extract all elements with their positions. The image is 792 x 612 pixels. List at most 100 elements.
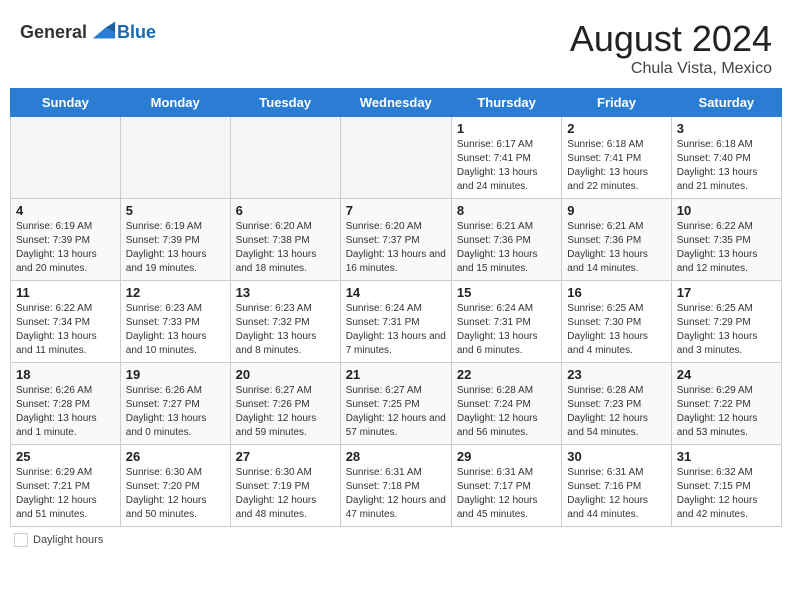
calendar-cell: 31 Sunrise: 6:32 AMSunset: 7:15 PMDayligh… — [671, 445, 781, 527]
day-info: Sunrise: 6:26 AMSunset: 7:27 PMDaylight:… — [126, 384, 225, 440]
day-number: 14 — [346, 285, 446, 300]
day-info: Sunrise: 6:23 AMSunset: 7:33 PMDaylight:… — [126, 302, 225, 358]
calendar-cell: 23 Sunrise: 6:28 AMSunset: 7:23 PMDayligh… — [562, 363, 671, 445]
day-number: 25 — [16, 449, 115, 464]
title-block: August 2024 Chula Vista, Mexico — [570, 18, 772, 78]
calendar-cell — [120, 117, 230, 199]
day-number: 12 — [126, 285, 225, 300]
day-info: Sunrise: 6:23 AMSunset: 7:32 PMDaylight:… — [236, 302, 335, 358]
calendar-week-row: 25 Sunrise: 6:29 AMSunset: 7:21 PMDayligh… — [11, 445, 782, 527]
calendar-cell: 1 Sunrise: 6:17 AMSunset: 7:41 PMDaylight… — [451, 117, 561, 199]
weekday-header-wednesday: Wednesday — [340, 89, 451, 117]
calendar-cell: 21Sunrise: 6:27 AMSunset: 7:25 PMDayligh… — [340, 363, 451, 445]
calendar-table: SundayMondayTuesdayWednesdayThursdayFrid… — [10, 88, 782, 527]
calendar-cell: 3Sunrise: 6:18 AMSunset: 7:40 PMDaylight… — [671, 117, 781, 199]
calendar-cell: 19 Sunrise: 6:26 AMSunset: 7:27 PMDayligh… — [120, 363, 230, 445]
day-info: Sunrise: 6:18 AMSunset: 7:41 PMDaylight:… — [567, 138, 665, 194]
day-info: Sunrise: 6:24 AMSunset: 7:31 PMDaylight:… — [457, 302, 556, 358]
calendar-cell: 30Sunrise: 6:31 AMSunset: 7:16 PMDayligh… — [562, 445, 671, 527]
day-info: Sunrise: 6:22 AMSunset: 7:35 PMDaylight:… — [677, 220, 776, 276]
calendar-cell — [11, 117, 121, 199]
calendar-cell — [340, 117, 451, 199]
day-info: Sunrise: 6:29 AMSunset: 7:22 PMDaylight:… — [677, 384, 776, 440]
day-info: Sunrise: 6:31 AMSunset: 7:18 PMDaylight:… — [346, 466, 446, 522]
daylight-box — [14, 533, 28, 547]
weekday-header-saturday: Saturday — [671, 89, 781, 117]
weekday-header-thursday: Thursday — [451, 89, 561, 117]
logo-icon — [89, 18, 117, 46]
day-number: 6 — [236, 203, 335, 218]
calendar-cell: 29Sunrise: 6:31 AMSunset: 7:17 PMDayligh… — [451, 445, 561, 527]
day-info: Sunrise: 6:21 AMSunset: 7:36 PMDaylight:… — [567, 220, 665, 276]
day-number: 15 — [457, 285, 556, 300]
weekday-header-sunday: Sunday — [11, 89, 121, 117]
day-info: Sunrise: 6:21 AMSunset: 7:36 PMDaylight:… — [457, 220, 556, 276]
day-info: Sunrise: 6:25 AMSunset: 7:30 PMDaylight:… — [567, 302, 665, 358]
logo: General Blue — [20, 18, 156, 46]
day-info: Sunrise: 6:30 AMSunset: 7:19 PMDaylight:… — [236, 466, 335, 522]
day-info: Sunrise: 6:27 AMSunset: 7:26 PMDaylight:… — [236, 384, 335, 440]
day-number: 7 — [346, 203, 446, 218]
day-number: 1 — [457, 121, 556, 136]
day-info: Sunrise: 6:22 AMSunset: 7:34 PMDaylight:… — [16, 302, 115, 358]
day-info: Sunrise: 6:19 AMSunset: 7:39 PMDaylight:… — [126, 220, 225, 276]
day-number: 16 — [567, 285, 665, 300]
day-number: 8 — [457, 203, 556, 218]
day-number: 26 — [126, 449, 225, 464]
day-info: Sunrise: 6:28 AMSunset: 7:24 PMDaylight:… — [457, 384, 556, 440]
location-subtitle: Chula Vista, Mexico — [570, 60, 772, 78]
calendar-cell: 12 Sunrise: 6:23 AMSunset: 7:33 PMDayligh… — [120, 281, 230, 363]
calendar-cell — [230, 117, 340, 199]
day-number: 24 — [677, 367, 776, 382]
day-info: Sunrise: 6:26 AMSunset: 7:28 PMDaylight:… — [16, 384, 115, 440]
day-number: 19 — [126, 367, 225, 382]
calendar-week-row: 4 Sunrise: 6:19 AMSunset: 7:39 PMDaylight… — [11, 199, 782, 281]
day-info: Sunrise: 6:24 AMSunset: 7:31 PMDaylight:… — [346, 302, 446, 358]
weekday-header-row: SundayMondayTuesdayWednesdayThursdayFrid… — [11, 89, 782, 117]
day-number: 17 — [677, 285, 776, 300]
calendar-cell: 4Sunrise: 6:19 AMSunset: 7:39 PMDaylight… — [11, 199, 121, 281]
day-info: Sunrise: 6:20 AMSunset: 7:38 PMDaylight:… — [236, 220, 335, 276]
day-info: Sunrise: 6:25 AMSunset: 7:29 PMDaylight:… — [677, 302, 776, 358]
calendar-cell: 6 Sunrise: 6:20 AMSunset: 7:38 PMDaylight… — [230, 199, 340, 281]
day-number: 28 — [346, 449, 446, 464]
logo-general-text: General — [20, 22, 87, 43]
day-number: 4 — [16, 203, 115, 218]
day-number: 31 — [677, 449, 776, 464]
day-info: Sunrise: 6:28 AMSunset: 7:23 PMDaylight:… — [567, 384, 665, 440]
day-number: 13 — [236, 285, 335, 300]
calendar-week-row: 18Sunrise: 6:26 AMSunset: 7:28 PMDayligh… — [11, 363, 782, 445]
weekday-header-monday: Monday — [120, 89, 230, 117]
day-info: Sunrise: 6:29 AMSunset: 7:21 PMDaylight:… — [16, 466, 115, 522]
day-number: 9 — [567, 203, 665, 218]
day-number: 2 — [567, 121, 665, 136]
month-year-title: August 2024 — [570, 18, 772, 60]
day-info: Sunrise: 6:18 AMSunset: 7:40 PMDaylight:… — [677, 138, 776, 194]
calendar-cell: 13 Sunrise: 6:23 AMSunset: 7:32 PMDayligh… — [230, 281, 340, 363]
calendar-cell: 15 Sunrise: 6:24 AMSunset: 7:31 PMDayligh… — [451, 281, 561, 363]
day-info: Sunrise: 6:17 AMSunset: 7:41 PMDaylight:… — [457, 138, 556, 194]
day-number: 5 — [126, 203, 225, 218]
calendar-cell: 16 Sunrise: 6:25 AMSunset: 7:30 PMDayligh… — [562, 281, 671, 363]
day-number: 10 — [677, 203, 776, 218]
calendar-cell: 27Sunrise: 6:30 AMSunset: 7:19 PMDayligh… — [230, 445, 340, 527]
day-number: 23 — [567, 367, 665, 382]
weekday-header-friday: Friday — [562, 89, 671, 117]
calendar-cell: 20 Sunrise: 6:27 AMSunset: 7:26 PMDayligh… — [230, 363, 340, 445]
logo-blue-text: Blue — [117, 22, 156, 43]
calendar-week-row: 1 Sunrise: 6:17 AMSunset: 7:41 PMDaylight… — [11, 117, 782, 199]
calendar-cell: 8 Sunrise: 6:21 AMSunset: 7:36 PMDaylight… — [451, 199, 561, 281]
day-info: Sunrise: 6:30 AMSunset: 7:20 PMDaylight:… — [126, 466, 225, 522]
calendar-cell: 22Sunrise: 6:28 AMSunset: 7:24 PMDayligh… — [451, 363, 561, 445]
day-info: Sunrise: 6:32 AMSunset: 7:15 PMDaylight:… — [677, 466, 776, 522]
weekday-header-tuesday: Tuesday — [230, 89, 340, 117]
calendar-cell: 7 Sunrise: 6:20 AMSunset: 7:37 PMDaylight… — [340, 199, 451, 281]
day-number: 21 — [346, 367, 446, 382]
day-number: 20 — [236, 367, 335, 382]
calendar-week-row: 11Sunrise: 6:22 AMSunset: 7:34 PMDayligh… — [11, 281, 782, 363]
calendar-cell: 24 Sunrise: 6:29 AMSunset: 7:22 PMDayligh… — [671, 363, 781, 445]
calendar-cell: 25 Sunrise: 6:29 AMSunset: 7:21 PMDayligh… — [11, 445, 121, 527]
day-info: Sunrise: 6:20 AMSunset: 7:37 PMDaylight:… — [346, 220, 446, 276]
calendar-cell: 26 Sunrise: 6:30 AMSunset: 7:20 PMDayligh… — [120, 445, 230, 527]
day-number: 29 — [457, 449, 556, 464]
